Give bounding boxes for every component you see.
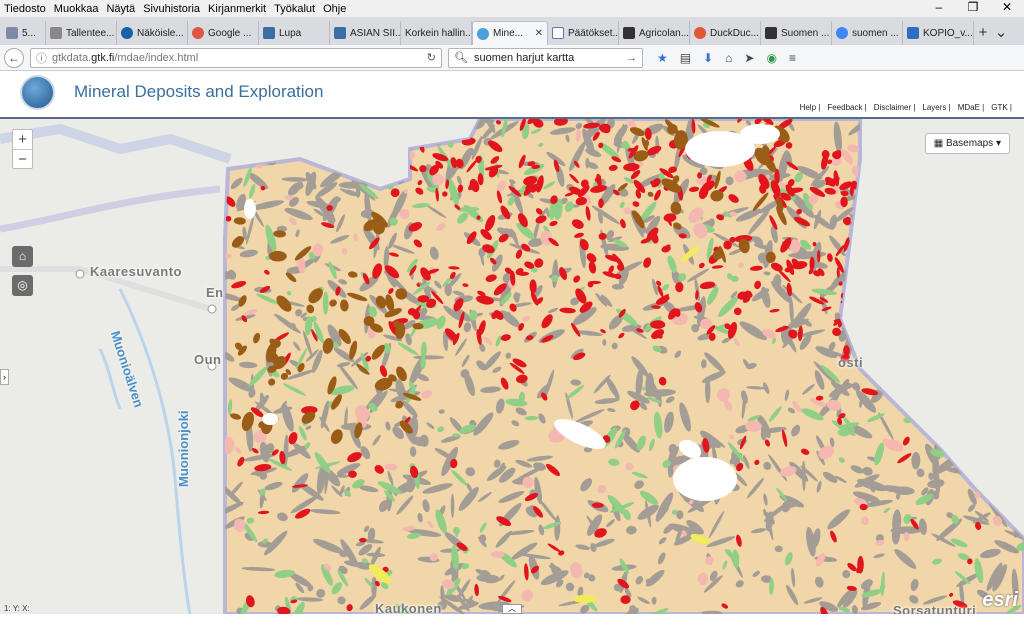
close-window-icon[interactable]: ✕	[990, 0, 1024, 14]
menu-icon[interactable]: ≡	[789, 51, 796, 65]
menu-tools[interactable]: Työkalut	[274, 3, 315, 15]
zoom-control: + −	[12, 129, 33, 169]
globe-icon	[121, 27, 133, 39]
place-label: osti	[838, 355, 864, 370]
page-icon	[623, 27, 635, 39]
tab-favicon-icon	[6, 27, 18, 39]
link-disclaimer[interactable]: Disclaimer |	[874, 103, 916, 112]
tab-6[interactable]: Korkein hallin...	[401, 21, 472, 45]
document-icon	[552, 27, 564, 39]
app-title: Mineral Deposits and Exploration	[74, 82, 324, 101]
close-tab-icon[interactable]: ✕	[535, 28, 543, 39]
duckduckgo-icon	[694, 27, 706, 39]
tab-10[interactable]: DuckDuc...	[690, 21, 761, 45]
link-feedback[interactable]: Feedback |	[827, 103, 866, 112]
place-label: Kaukonen	[375, 601, 442, 614]
tab-12[interactable]: suomen ...	[832, 21, 903, 45]
caret-down-icon: ▾	[993, 138, 1001, 149]
app-header: Mineral Deposits and Exploration Help | …	[0, 71, 1024, 119]
page-icon	[50, 27, 62, 39]
window-controls: – ❐ ✕	[922, 0, 1024, 14]
river-label: Muonionjoki	[176, 410, 191, 487]
zoom-in-button[interactable]: +	[13, 130, 32, 149]
tab-9[interactable]: Agricolan...	[619, 21, 690, 45]
tab-13[interactable]: KOPIO_v...	[903, 21, 974, 45]
menu-history[interactable]: Sivuhistoria	[143, 3, 200, 15]
place-label: En	[206, 285, 224, 300]
url-field[interactable]: ⓘ gtkdata.gtk.fi/mdae/index.html ↻	[30, 47, 442, 68]
extension-icon[interactable]: ◉	[766, 51, 776, 65]
link-mdae[interactable]: MDaE |	[958, 103, 985, 112]
tab-0[interactable]: 5...	[2, 21, 46, 45]
gtk-logo[interactable]	[20, 75, 55, 110]
minimize-icon[interactable]: –	[922, 0, 956, 14]
link-help[interactable]: Help |	[800, 103, 821, 112]
bookmark-star-icon[interactable]: ★	[657, 51, 668, 65]
page-icon	[765, 27, 777, 39]
navigation-bar: ← ⓘ gtkdata.gtk.fi/mdae/index.html ↻ 🔍︎ …	[0, 45, 1024, 71]
menu-bar: Tiedosto Muokkaa Näytä Sivuhistoria Kirj…	[0, 0, 1024, 17]
tab-active-mineral[interactable]: Mine... ✕	[472, 21, 548, 45]
tab-4[interactable]: Lupa	[259, 21, 330, 45]
link-gtk[interactable]: GTK |	[991, 103, 1012, 112]
tab-list-icon[interactable]: ⌄	[992, 21, 1010, 45]
word-icon	[907, 27, 919, 39]
tab-2[interactable]: Näköisle...	[117, 21, 188, 45]
zoom-out-button[interactable]: −	[13, 149, 32, 168]
side-panel-toggle[interactable]: ›	[0, 369, 9, 385]
grid-icon: ▦	[933, 138, 946, 149]
google-icon	[192, 27, 204, 39]
restore-icon[interactable]: ❐	[956, 0, 990, 14]
menu-edit[interactable]: Muokkaa	[54, 3, 99, 15]
reading-list-icon[interactable]: ▤	[680, 51, 691, 65]
page-icon	[263, 27, 275, 39]
gtk-favicon-icon	[477, 27, 489, 40]
map-canvas[interactable]	[0, 119, 1024, 614]
coordinate-readout: 1: Y: X:	[4, 604, 30, 613]
bottom-panel-toggle[interactable]: ︿	[502, 604, 522, 614]
place-label: Oun	[194, 352, 222, 367]
header-links: Help | Feedback | Disclaimer | Layers | …	[800, 103, 1012, 112]
new-tab-icon[interactable]: +	[974, 21, 992, 45]
tab-5[interactable]: ASIAN SII...	[330, 21, 401, 45]
link-layers[interactable]: Layers |	[922, 103, 950, 112]
home-extent-icon[interactable]: ⌂	[12, 246, 33, 267]
send-icon[interactable]: ➤	[744, 51, 754, 65]
search-input[interactable]: 🔍︎ suomen harjut kartta →	[448, 47, 643, 68]
home-icon[interactable]: ⌂	[725, 51, 732, 65]
esri-logo: esri	[982, 589, 1018, 611]
menu-bookmarks[interactable]: Kirjanmerkit	[208, 3, 266, 15]
page-icon	[334, 27, 346, 39]
menu-view[interactable]: Näytä	[106, 3, 135, 15]
tab-3[interactable]: Google ...	[188, 21, 259, 45]
tab-strip: 5... Tallentee... Näköisle... Google ...…	[0, 17, 1024, 45]
locate-icon[interactable]: ◎	[12, 275, 33, 296]
place-label: Kaaresuvanto	[90, 264, 182, 279]
basemaps-button[interactable]: ▦ Basemaps ▾	[924, 133, 1010, 154]
place-label: Sorsatunturi	[893, 603, 977, 614]
tab-11[interactable]: Suomen ...	[761, 21, 832, 45]
search-icon: 🔍︎	[454, 52, 468, 64]
menu-help[interactable]: Ohje	[323, 3, 346, 15]
web-page: Mineral Deposits and Exploration Help | …	[0, 71, 1024, 614]
toolbar-icons: ★ ▤ ⬇ ⌂ ➤ ◉ ≡	[657, 51, 796, 65]
back-icon[interactable]: ←	[4, 47, 24, 68]
map-view[interactable]: Kaaresuvanto En Oun osti Kaukonen Sorsat…	[0, 119, 1024, 614]
reload-icon[interactable]: ↻	[427, 51, 436, 64]
google-icon	[836, 27, 848, 39]
search-go-icon[interactable]: →	[626, 52, 637, 64]
info-icon: ⓘ	[36, 52, 47, 65]
tab-1[interactable]: Tallentee...	[46, 21, 117, 45]
tab-8[interactable]: Päätökset...	[548, 21, 619, 45]
menu-file[interactable]: Tiedosto	[4, 3, 46, 15]
download-icon[interactable]: ⬇	[703, 51, 713, 65]
